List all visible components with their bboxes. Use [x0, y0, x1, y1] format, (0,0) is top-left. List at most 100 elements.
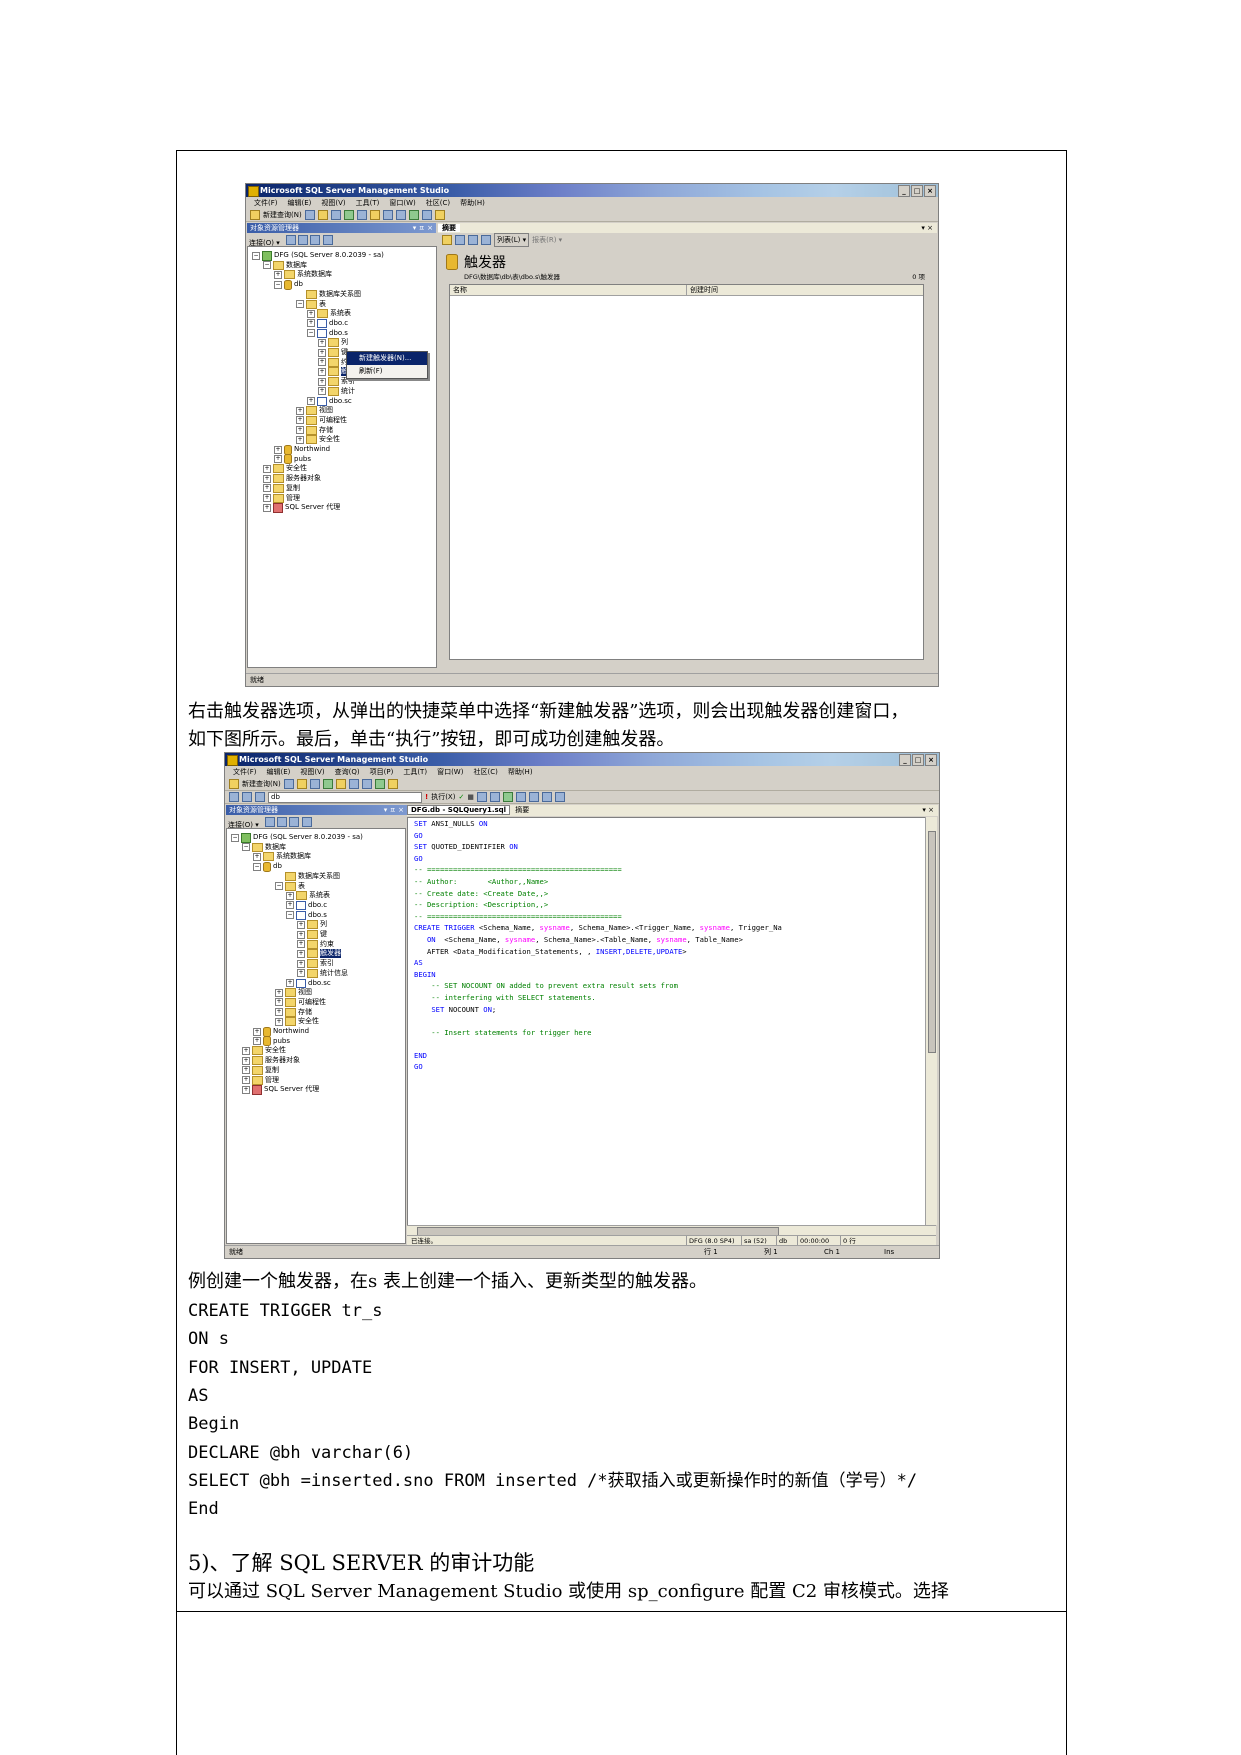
report-button[interactable]: 报表(R) ▾ — [532, 234, 562, 246]
toolbar-icon[interactable] — [330, 210, 341, 220]
tree-item[interactable]: − dbo.s — [307, 328, 348, 338]
tree-item[interactable]: + pubs — [253, 1036, 290, 1047]
collapse-icon[interactable]: − — [252, 251, 260, 260]
column-header-name[interactable]: 名称 — [450, 285, 687, 295]
expand-icon[interactable]: + — [275, 1017, 283, 1026]
collapse-icon[interactable]: − — [253, 862, 261, 871]
expand-icon[interactable]: + — [297, 969, 305, 978]
menu-item[interactable]: 项目(P) — [370, 766, 394, 778]
tree-item[interactable]: + 存储 — [296, 425, 333, 435]
toolbar-icon[interactable] — [395, 210, 406, 220]
expand-icon[interactable]: + — [297, 959, 305, 968]
disconnect-icon[interactable] — [285, 235, 296, 245]
new-query-button[interactable]: 新建查询(N) — [263, 210, 302, 220]
tree-item[interactable]: + 约束 — [297, 939, 334, 949]
tree-item[interactable]: − 数据库 — [242, 842, 286, 852]
editor-close-button[interactable]: ▾ × — [922, 805, 934, 816]
tree-item[interactable]: + SQL Server 代理 — [263, 502, 340, 513]
expand-icon[interactable]: + — [263, 494, 271, 502]
tree-item[interactable]: + 安全性 — [242, 1046, 286, 1056]
menu-item[interactable]: 视图(V) — [321, 197, 345, 209]
expand-icon[interactable]: + — [274, 445, 282, 454]
tree-item[interactable]: + 安全性 — [275, 1017, 319, 1027]
stop-icon[interactable] — [277, 817, 288, 827]
execute-button[interactable]: 执行(X) — [431, 792, 455, 802]
expand-icon[interactable]: + — [297, 920, 305, 929]
open-file-icon[interactable] — [369, 210, 380, 220]
menu-item[interactable]: 窗口(W) — [437, 766, 463, 778]
expand-icon[interactable]: + — [263, 474, 271, 483]
tree-item[interactable]: + 安全性 — [263, 464, 307, 474]
tree-item[interactable]: + 列 — [318, 338, 348, 348]
toolbar-icon[interactable] — [515, 792, 526, 802]
tree-item[interactable]: + dbo.sc — [307, 396, 352, 406]
tree-item[interactable]: + 键 — [297, 930, 327, 939]
expand-icon[interactable]: + — [318, 377, 326, 386]
collapse-icon[interactable]: − — [296, 300, 304, 308]
tree-item[interactable]: + 管理 — [242, 1075, 279, 1085]
list-view-button[interactable]: 列表(L) ▾ — [494, 233, 530, 247]
menu-item[interactable]: 查询(Q) — [335, 766, 360, 778]
toolbar-icon[interactable] — [242, 792, 252, 802]
tree-item[interactable]: 数据库关系图 — [296, 289, 361, 299]
expand-icon[interactable]: + — [253, 1027, 261, 1036]
refresh-icon[interactable] — [481, 235, 491, 245]
expand-icon[interactable]: + — [318, 338, 326, 347]
expand-icon[interactable]: + — [318, 367, 326, 376]
refresh-icon[interactable] — [310, 235, 321, 245]
expand-icon[interactable]: + — [297, 930, 305, 939]
new-query-button[interactable]: 新建查询(N) — [242, 779, 281, 789]
expand-icon[interactable]: + — [242, 1066, 250, 1075]
tree-item[interactable]: + dbo.c — [286, 900, 327, 910]
expand-icon[interactable]: + — [307, 397, 315, 405]
sql-editor[interactable]: SET ANSI_NULLS ON GO SET QUOTED_IDENTIFIER… — [407, 817, 926, 1227]
maximize-button[interactable]: □ — [911, 185, 923, 197]
menu-item[interactable]: 文件(F) — [233, 766, 257, 778]
parse-icon[interactable]: ✓ — [458, 793, 464, 801]
filter-icon[interactable] — [301, 817, 312, 827]
tree-item[interactable]: + dbo.c — [307, 318, 348, 328]
database-select[interactable]: db — [268, 791, 422, 803]
up-icon[interactable] — [442, 235, 452, 245]
filter-icon[interactable] — [468, 235, 478, 245]
menu-item[interactable]: 编辑(E) — [267, 766, 291, 778]
toolbar-icon[interactable] — [304, 210, 315, 220]
tree-item[interactable]: + SQL Server 代理 — [242, 1084, 319, 1095]
panel-pin-close[interactable]: ▾ ㅍ × — [384, 805, 404, 815]
expand-icon[interactable]: + — [242, 1085, 250, 1094]
collapse-icon[interactable]: − — [307, 329, 315, 338]
new-trigger-menu-item[interactable]: 新建触发器(N)... — [347, 352, 427, 365]
toolbar-icon[interactable] — [421, 210, 432, 220]
expand-icon[interactable]: + — [274, 455, 282, 464]
tree-item[interactable]: + 复制 — [263, 483, 300, 493]
tree-item[interactable]: + 服务器对象 — [242, 1056, 300, 1066]
menu-item[interactable]: 帮助(H) — [508, 766, 533, 778]
expand-icon[interactable]: + — [253, 1037, 261, 1046]
expand-icon[interactable]: + — [296, 416, 304, 425]
close-button[interactable]: × — [925, 754, 937, 766]
scrollbar-thumb[interactable] — [928, 831, 936, 1053]
minimize-button[interactable]: _ — [898, 185, 910, 197]
vertical-scrollbar[interactable] — [925, 817, 937, 1225]
expand-icon[interactable]: + — [286, 979, 294, 987]
toolbar-icon[interactable] — [229, 792, 239, 802]
minimize-button[interactable]: _ — [899, 754, 911, 766]
tree-item[interactable]: − db — [253, 861, 282, 872]
disconnect-icon[interactable] — [264, 817, 275, 827]
tree-item[interactable]: − 数据库 — [263, 260, 307, 270]
stop-icon[interactable]: ■ — [467, 793, 474, 801]
tab-summary[interactable]: 摘要 — [512, 806, 532, 814]
expand-icon[interactable]: + — [296, 426, 304, 435]
tree-item[interactable]: + 可编程性 — [296, 415, 347, 425]
expand-icon[interactable]: + — [242, 1046, 250, 1055]
refresh-menu-item[interactable]: 刷新(F) — [347, 365, 427, 378]
tree-item[interactable]: + pubs — [274, 454, 311, 465]
expand-icon[interactable]: + — [318, 387, 326, 396]
menu-item[interactable]: 社区(C) — [473, 766, 497, 778]
toolbar-icon[interactable] — [554, 792, 565, 802]
expand-icon[interactable]: + — [242, 1076, 250, 1084]
tree-item[interactable]: − DFG (SQL Server 8.0.2039 - sa) — [231, 832, 363, 843]
toolbar-icon[interactable] — [541, 792, 552, 802]
column-header-created[interactable]: 创建时间 — [687, 285, 718, 295]
expand-icon[interactable]: + — [275, 998, 283, 1007]
